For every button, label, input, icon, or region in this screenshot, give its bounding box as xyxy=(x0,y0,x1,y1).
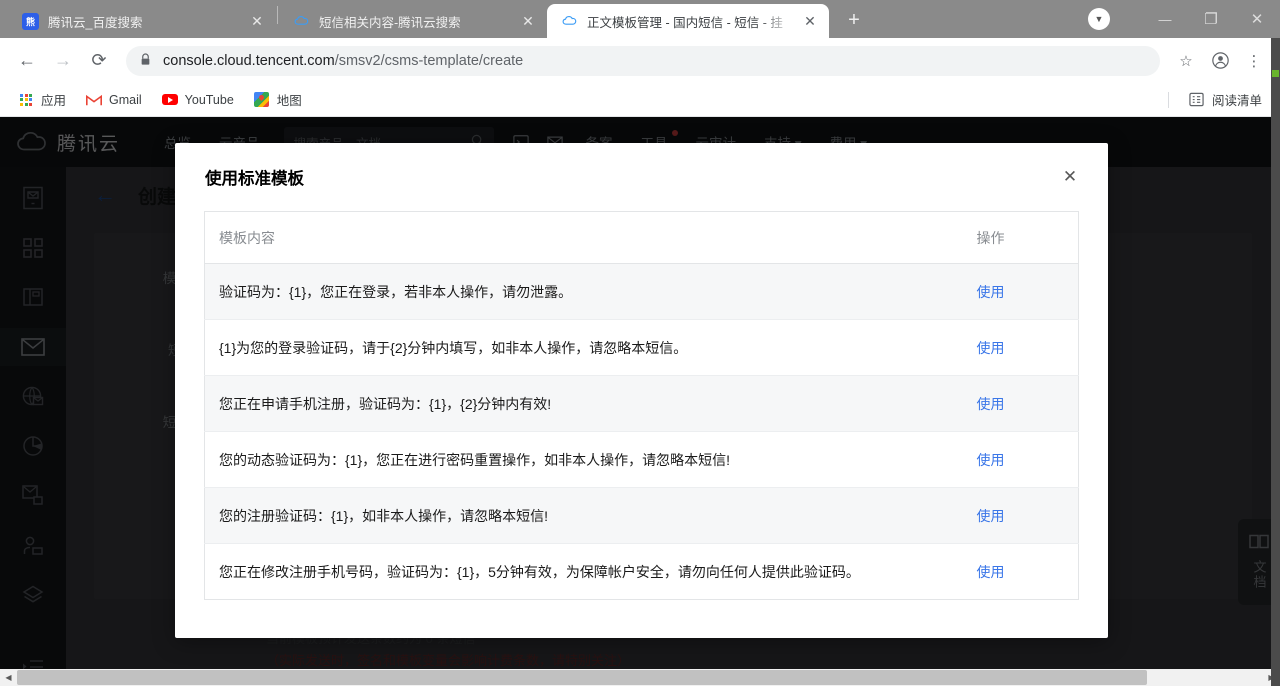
column-header-action: 操作 xyxy=(959,212,1079,264)
reading-list-label: 阅读清单 xyxy=(1212,90,1262,109)
template-content-cell: 您的动态验证码为：{1}，您正在进行密码重置操作，如非本人操作，请忽略本短信! xyxy=(205,432,959,488)
bookmark-label: Gmail xyxy=(109,93,142,107)
template-action-cell: 使用 xyxy=(959,488,1079,544)
template-action-cell: 使用 xyxy=(959,376,1079,432)
forward-icon[interactable]: → xyxy=(46,44,80,78)
youtube-icon xyxy=(162,92,178,108)
table-row[interactable]: {1}为您的登录验证码，请于{2}分钟内填写，如非本人操作，请忽略本短信。 使用 xyxy=(205,320,1079,376)
use-template-link[interactable]: 使用 xyxy=(977,452,1005,468)
template-action-cell: 使用 xyxy=(959,320,1079,376)
template-content-cell: 验证码为：{1}，您正在登录，若非本人操作，请勿泄露。 xyxy=(205,264,959,320)
reading-list-icon xyxy=(1189,92,1205,108)
url-path: /smsv2/csms-template/create xyxy=(335,53,524,69)
lock-icon xyxy=(140,53,151,69)
chrome-menu-icon[interactable]: ⋮ xyxy=(1238,45,1270,77)
table-header: 模板内容 操作 xyxy=(205,212,1079,264)
bookmark-gmail[interactable]: Gmail xyxy=(78,88,150,112)
template-action-cell: 使用 xyxy=(959,544,1079,600)
column-header-content: 模板内容 xyxy=(205,212,959,264)
template-content-cell: {1}为您的登录验证码，请于{2}分钟内填写，如非本人操作，请忽略本短信。 xyxy=(205,320,959,376)
table-header-row: 模板内容 操作 xyxy=(205,212,1079,264)
minimize-button[interactable]: — xyxy=(1142,0,1188,38)
tencent-cloud-icon xyxy=(561,13,578,30)
browser-tab-2[interactable]: 短信相关内容-腾讯云搜索 ✕ xyxy=(279,4,547,38)
gmail-icon xyxy=(86,92,102,108)
template-action-cell: 使用 xyxy=(959,264,1079,320)
window-controls: ▼ — ❐ ✕ xyxy=(1088,0,1280,38)
tencent-cloud-icon xyxy=(293,13,310,30)
template-content-cell: 您正在申请手机注册，验证码为：{1}，{2}分钟内有效! xyxy=(205,376,959,432)
new-tab-button[interactable]: + xyxy=(839,5,869,35)
maximize-button[interactable]: ❐ xyxy=(1188,0,1234,38)
reading-list-button[interactable]: 阅读清单 xyxy=(1181,86,1270,113)
browser-window: 熊 腾讯云_百度搜索 ✕ 短信相关内容-腾讯云搜索 ✕ 正文模板管理 - 国内短… xyxy=(0,0,1280,686)
template-table: 模板内容 操作 验证码为：{1}，您正在登录，若非本人操作，请勿泄露。 使用 {… xyxy=(204,211,1079,600)
tab-title: 短信相关内容-腾讯云搜索 xyxy=(319,12,513,31)
tab-strip: 熊 腾讯云_百度搜索 ✕ 短信相关内容-腾讯云搜索 ✕ 正文模板管理 - 国内短… xyxy=(0,0,1280,38)
table-row[interactable]: 您的注册验证码：{1}，如非本人操作，请忽略本短信! 使用 xyxy=(205,488,1079,544)
scroll-left-arrow[interactable]: ◀ xyxy=(0,669,17,686)
use-template-link[interactable]: 使用 xyxy=(977,396,1005,412)
page-viewport: 腾讯云 总览 云产品 搜索产品、文档 备案 工具 云审计 xyxy=(0,117,1280,686)
scrollbar-track[interactable] xyxy=(17,669,1263,686)
horizontal-scrollbar[interactable]: ◀ ▶ xyxy=(0,669,1280,686)
table-row[interactable]: 您正在申请手机注册，验证码为：{1}，{2}分钟内有效! 使用 xyxy=(205,376,1079,432)
close-icon[interactable]: ✕ xyxy=(248,12,266,30)
bookmark-maps[interactable]: 地图 xyxy=(246,86,310,113)
table-row[interactable]: 您的动态验证码为：{1}，您正在进行密码重置操作，如非本人操作，请忽略本短信! … xyxy=(205,432,1079,488)
table-row[interactable]: 验证码为：{1}，您正在登录，若非本人操作，请勿泄露。 使用 xyxy=(205,264,1079,320)
standard-template-modal: 使用标准模板 ✕ 模板内容 操作 验证码为：{1}，您正在登录，若非本人操作，请… xyxy=(175,143,1108,638)
close-icon[interactable]: ✕ xyxy=(801,12,819,30)
avatar[interactable] xyxy=(1204,45,1236,77)
browser-tab-1[interactable]: 熊 腾讯云_百度搜索 ✕ xyxy=(8,4,276,38)
use-template-link[interactable]: 使用 xyxy=(977,508,1005,524)
apps-grid-icon xyxy=(18,92,34,108)
modal-body: 模板内容 操作 验证码为：{1}，您正在登录，若非本人操作，请勿泄露。 使用 {… xyxy=(175,211,1108,638)
use-template-link[interactable]: 使用 xyxy=(977,340,1005,356)
bookmark-label: YouTube xyxy=(185,93,234,107)
use-template-link[interactable]: 使用 xyxy=(977,564,1005,580)
bookmark-youtube[interactable]: YouTube xyxy=(154,88,242,112)
tab-title: 正文模板管理 - 国内短信 - 短信 - 挂 xyxy=(587,12,795,31)
table-row[interactable]: 您正在修改注册手机号码，验证码为：{1}，5分钟有效，为保障帐户安全，请勿向任何… xyxy=(205,544,1079,600)
baidu-icon: 熊 xyxy=(22,13,39,30)
close-window-button[interactable]: ✕ xyxy=(1234,0,1280,38)
reload-icon[interactable]: ⟳ xyxy=(82,44,116,78)
close-icon[interactable]: ✕ xyxy=(519,12,537,30)
edge-side-strip xyxy=(1271,38,1280,686)
tab-title: 腾讯云_百度搜索 xyxy=(48,12,242,31)
template-content-cell: 您的注册验证码：{1}，如非本人操作，请忽略本短信! xyxy=(205,488,959,544)
tab-divider xyxy=(277,6,278,24)
scrollbar-thumb[interactable] xyxy=(17,670,1147,685)
bookmark-apps[interactable]: 应用 xyxy=(10,86,74,113)
modal-title: 使用标准模板 xyxy=(205,165,304,189)
browser-tab-3-active[interactable]: 正文模板管理 - 国内短信 - 短信 - 挂 ✕ xyxy=(547,4,829,38)
back-icon[interactable]: ← xyxy=(10,44,44,78)
bookmark-label: 地图 xyxy=(277,90,302,109)
close-icon[interactable]: ✕ xyxy=(1058,165,1082,189)
google-maps-icon xyxy=(254,92,270,108)
bookmark-star-icon[interactable]: ☆ xyxy=(1170,45,1202,77)
divider xyxy=(1168,92,1169,108)
template-content-cell: 您正在修改注册手机号码，验证码为：{1}，5分钟有效，为保障帐户安全，请勿向任何… xyxy=(205,544,959,600)
use-template-link[interactable]: 使用 xyxy=(977,284,1005,300)
modal-header: 使用标准模板 ✕ xyxy=(175,143,1108,211)
profile-dropdown-button[interactable]: ▼ xyxy=(1088,8,1110,30)
table-body: 验证码为：{1}，您正在登录，若非本人操作，请勿泄露。 使用 {1}为您的登录验… xyxy=(205,264,1079,600)
url-host: console.cloud.tencent.com xyxy=(163,53,335,69)
omnibox-bar: ← → ⟳ console.cloud.tencent.com/smsv2/cs… xyxy=(0,38,1280,83)
url-text: console.cloud.tencent.com/smsv2/csms-tem… xyxy=(163,53,523,69)
bookmark-label: 应用 xyxy=(41,90,66,109)
template-action-cell: 使用 xyxy=(959,432,1079,488)
bookmarks-bar: 应用 Gmail YouTube 地图 阅读清单 xyxy=(0,83,1280,117)
address-bar[interactable]: console.cloud.tencent.com/smsv2/csms-tem… xyxy=(126,46,1160,76)
